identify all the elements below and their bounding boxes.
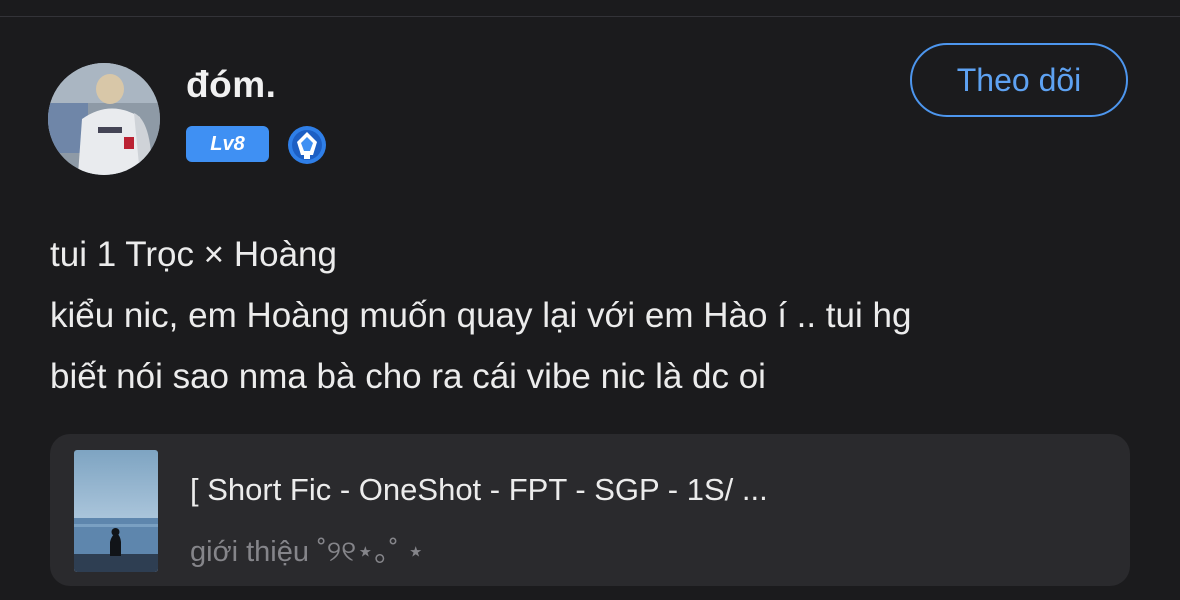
follow-button[interactable]: Theo dõi xyxy=(910,43,1128,117)
username[interactable]: đóm. xyxy=(186,64,276,106)
story-title: [ Short Fic - OneShot - FPT - SGP - 1S/ … xyxy=(190,472,768,507)
story-cover-image xyxy=(74,450,158,572)
post-line: kiểu nic, em Hoàng muốn quay lại với em … xyxy=(50,296,912,335)
story-card[interactable]: [ Short Fic - OneShot - FPT - SGP - 1S/ … xyxy=(50,434,1130,586)
divider xyxy=(0,16,1180,17)
post-screen: đóm. Lv8 Theo dõi tui 1 Trọc × Hoàng kiể… xyxy=(0,0,1180,600)
level-badge: Lv8 xyxy=(186,126,269,162)
post-line: biết nói sao nma bà cho ra cái vibe nic … xyxy=(50,357,766,396)
post-content: tui 1 Trọc × Hoàng kiểu nic, em Hoàng mu… xyxy=(50,224,1130,407)
avatar[interactable] xyxy=(48,63,160,175)
story-description: giới thiệu ˚୨୧⋆｡˚ ⋆ xyxy=(190,536,425,568)
avatar-photo xyxy=(48,63,160,175)
post-line: tui 1 Trọc × Hoàng xyxy=(50,235,337,274)
shield-rank-icon xyxy=(286,124,328,166)
